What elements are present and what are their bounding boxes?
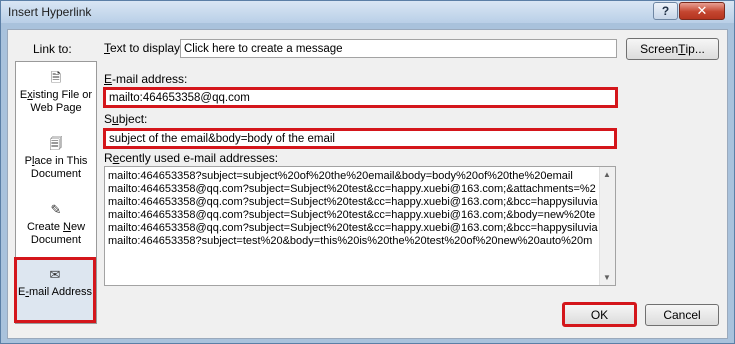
scroll-up-icon[interactable]: ▲ — [603, 170, 611, 179]
link-to-place-in-document[interactable]: 🗐 Place in This Document — [17, 136, 95, 196]
nav-label-line1: Existing File or — [19, 89, 93, 101]
recent-list-scrollbar[interactable]: ▲ ▼ — [599, 167, 615, 285]
list-item[interactable]: mailto:464653358@qq.com?subject=Subject%… — [105, 209, 599, 222]
dialog-body: Link to: 🗎 Existing File or Web Page 🗐 Pl… — [7, 29, 728, 339]
close-icon: ✕ — [696, 3, 708, 18]
link-to-label: Link to: — [33, 42, 72, 56]
nav-label-line2: Web Page — [30, 102, 82, 114]
document-place-icon: 🗐 — [49, 136, 63, 151]
list-item[interactable]: mailto:464653358@qq.com?subject=Subject%… — [105, 222, 599, 235]
email-address-input[interactable]: mailto:464653358@qq.com — [103, 87, 618, 108]
email-icon: ✉ — [49, 267, 61, 282]
subject-input[interactable]: subject of the email&body=body of the em… — [103, 128, 617, 149]
link-to-email-address[interactable]: ✉ E-mail Address — [14, 257, 96, 323]
recent-addresses-list[interactable]: mailto:464653358?subject=subject%20of%20… — [104, 166, 616, 286]
title-bar[interactable]: Insert Hyperlink ? ✕ — [1, 1, 734, 23]
help-icon: ? — [661, 4, 670, 18]
close-button[interactable]: ✕ — [679, 2, 725, 20]
scroll-down-icon[interactable]: ▼ — [603, 273, 611, 282]
list-item[interactable]: mailto:464653358@qq.com?subject=Subject%… — [105, 183, 599, 196]
new-document-icon: ✎ — [50, 202, 62, 217]
screentip-button[interactable]: Screen Tip... — [626, 38, 719, 60]
nav-label-line1: Place in This — [24, 155, 88, 167]
link-to-panel: 🗎 Existing File or Web Page 🗐 Place in Th… — [14, 61, 97, 324]
list-item[interactable]: mailto:464653358@qq.com?subject=Subject%… — [105, 196, 599, 209]
recent-addresses-label: Recently used e-mail addresses: — [104, 151, 279, 165]
ok-button[interactable]: OK — [562, 302, 637, 327]
recent-addresses-rows: mailto:464653358?subject=subject%20of%20… — [105, 170, 599, 248]
nav-label-line2: Document — [30, 168, 82, 180]
nav-label-line1: Create New — [26, 221, 86, 233]
email-address-label: E-mail address: — [104, 72, 188, 86]
text-to-display-input[interactable]: Click here to create a message — [180, 39, 617, 58]
nav-label-line1: E-mail Address — [18, 286, 92, 298]
dialog-title: Insert Hyperlink — [8, 5, 92, 19]
subject-label: Subject: — [104, 112, 148, 126]
cancel-button[interactable]: Cancel — [645, 304, 719, 326]
insert-hyperlink-dialog: Insert Hyperlink ? ✕ Link to: 🗎 Existing… — [0, 0, 735, 344]
link-to-create-new-document[interactable]: ✎ Create New Document — [17, 202, 95, 262]
text-to-display-label: Text to display: — [104, 41, 184, 55]
link-to-existing-file[interactable]: 🗎 Existing File or Web Page — [17, 70, 95, 130]
help-button[interactable]: ? — [653, 2, 678, 20]
nav-label-line2: Document — [30, 234, 82, 246]
list-item[interactable]: mailto:464653358?subject=test%20&body=th… — [105, 235, 599, 248]
list-item[interactable]: mailto:464653358?subject=subject%20of%20… — [105, 170, 599, 183]
globe-document-icon: 🗎 — [50, 70, 62, 85]
